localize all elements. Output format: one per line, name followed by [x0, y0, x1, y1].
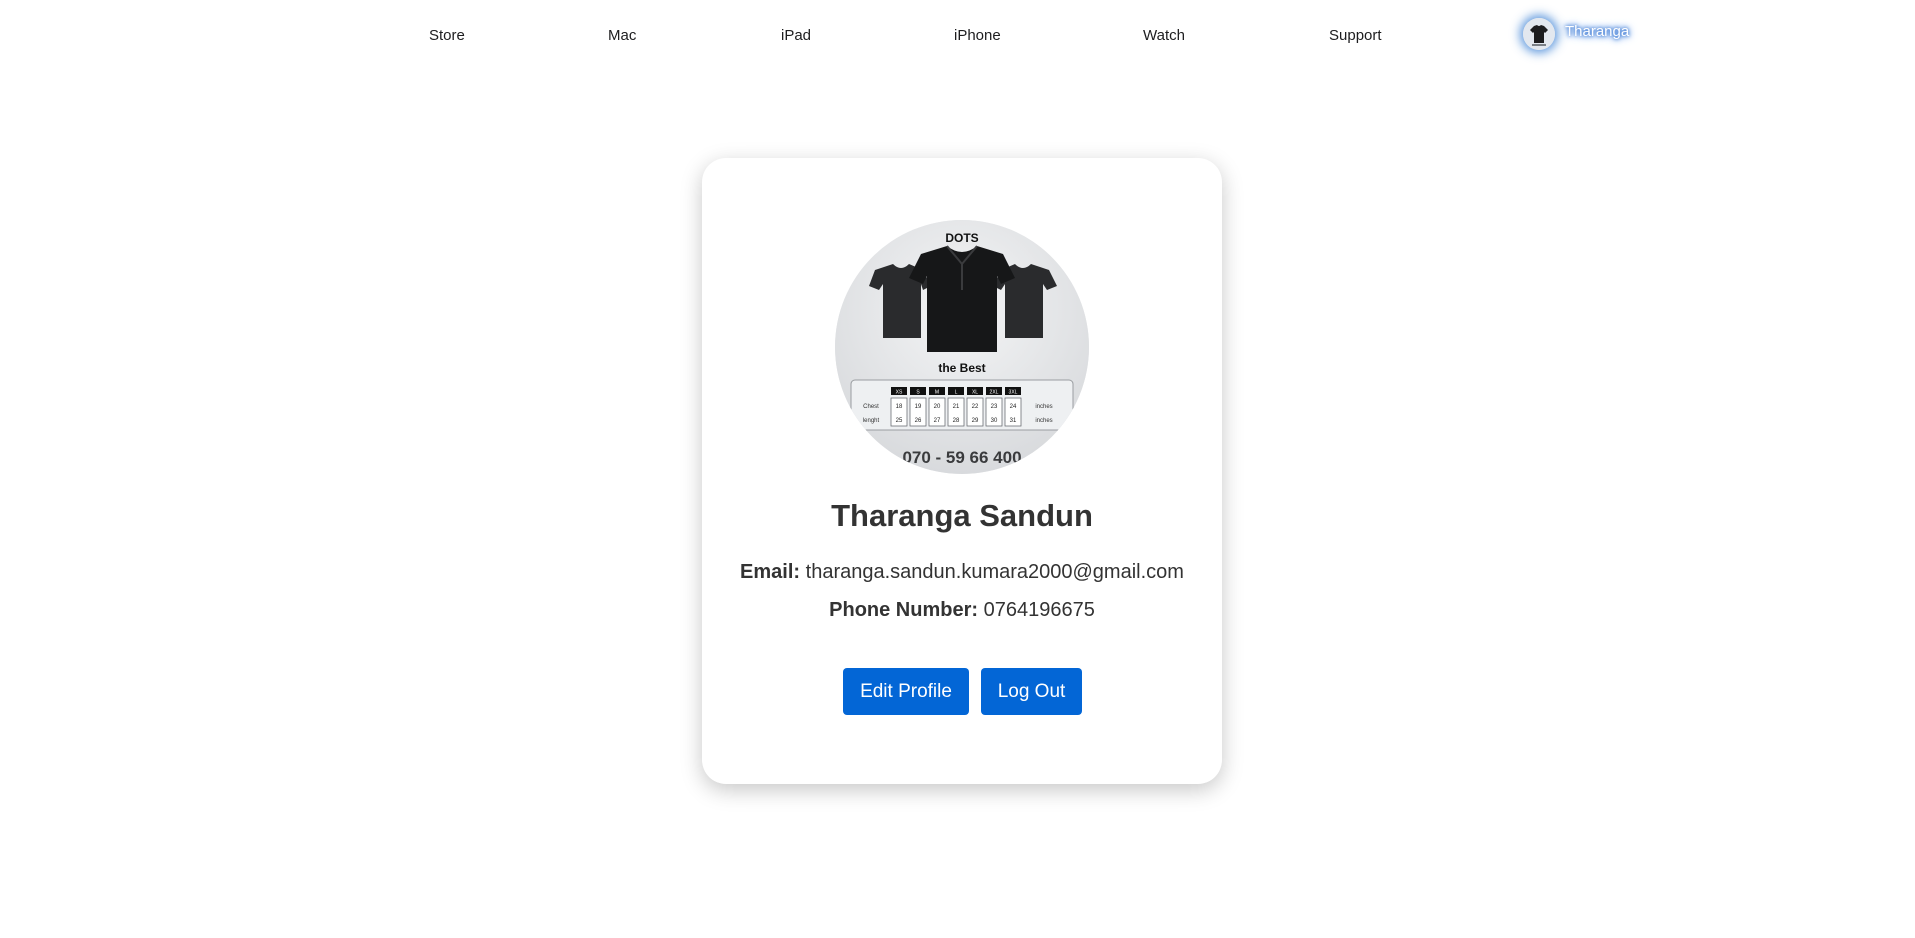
photo-brand: DOTS [945, 231, 978, 245]
profile-card: DOTS the Best Chest lenght XS 18 25 S 19 26 M 2… [702, 158, 1222, 784]
nav-iphone-link[interactable]: iPhone [954, 27, 1001, 44]
top-navigation: Store Mac iPad iPhone Watch Support Thar… [0, 0, 1915, 74]
photo-units-length: inches [1035, 418, 1052, 424]
email-value: tharanga.sandun.kumara2000@gmail.com [805, 561, 1184, 583]
email-label: Email: [740, 561, 801, 583]
log-out-button[interactable]: Log Out [981, 668, 1082, 715]
user-avatar[interactable] [1523, 18, 1555, 50]
nav-mac-link[interactable]: Mac [608, 27, 636, 44]
photo-length-value: 27 [934, 418, 941, 424]
photo-length-value: 28 [953, 418, 960, 424]
photo-size-label: XL [972, 390, 978, 396]
photo-tagline: the Best [938, 361, 985, 375]
nav-watch-link[interactable]: Watch [1143, 27, 1185, 44]
photo-length-value: 25 [896, 418, 903, 424]
photo-length-value: 30 [991, 418, 998, 424]
photo-length-value: 29 [972, 418, 979, 424]
photo-size-label: 2XL [990, 390, 999, 396]
photo-chest-value: 22 [972, 404, 979, 410]
email-row: Email: tharanga.sandun.kumara2000@gmail.… [702, 561, 1222, 584]
profile-photo: DOTS the Best Chest lenght XS 18 25 S 19 26 M 2… [835, 220, 1089, 474]
user-name[interactable]: Tharanga [1565, 23, 1629, 40]
nav-store-link[interactable]: Store [429, 27, 465, 44]
photo-chest-value: 24 [1010, 404, 1017, 410]
photo-phone: 070 - 59 66 400 [902, 448, 1021, 467]
photo-length-value: 31 [1010, 418, 1017, 424]
photo-chest-value: 19 [915, 404, 922, 410]
edit-profile-button[interactable]: Edit Profile [843, 668, 969, 715]
nav-support-link[interactable]: Support [1329, 27, 1382, 44]
photo-size-label: L [955, 390, 958, 396]
photo-size-label: M [935, 390, 939, 396]
tshirt-size-chart-image: DOTS the Best Chest lenght XS1825S1926M2… [835, 220, 1089, 474]
photo-size-label: XS [896, 390, 903, 396]
photo-units-chest: inches [1035, 404, 1052, 410]
photo-chest-value: 23 [991, 404, 998, 410]
photo-chest-value: 20 [934, 404, 941, 410]
photo-chest-value: 21 [953, 404, 960, 410]
photo-length-value: 26 [915, 418, 922, 424]
profile-name: Tharanga Sandun [831, 498, 1093, 533]
photo-row-length: lenght [863, 418, 880, 424]
photo-size-label: 3XL [1009, 390, 1018, 396]
phone-row: Phone Number: 0764196675 [702, 599, 1222, 622]
phone-label: Phone Number: [829, 599, 979, 621]
nav-ipad-link[interactable]: iPad [781, 27, 811, 44]
phone-value: 0764196675 [983, 599, 1095, 621]
tshirt-avatar-icon [1523, 18, 1555, 50]
photo-chest-value: 18 [896, 404, 903, 410]
user-menu[interactable]: Tharanga [1523, 16, 1629, 52]
photo-row-chest: Chest [863, 404, 879, 410]
